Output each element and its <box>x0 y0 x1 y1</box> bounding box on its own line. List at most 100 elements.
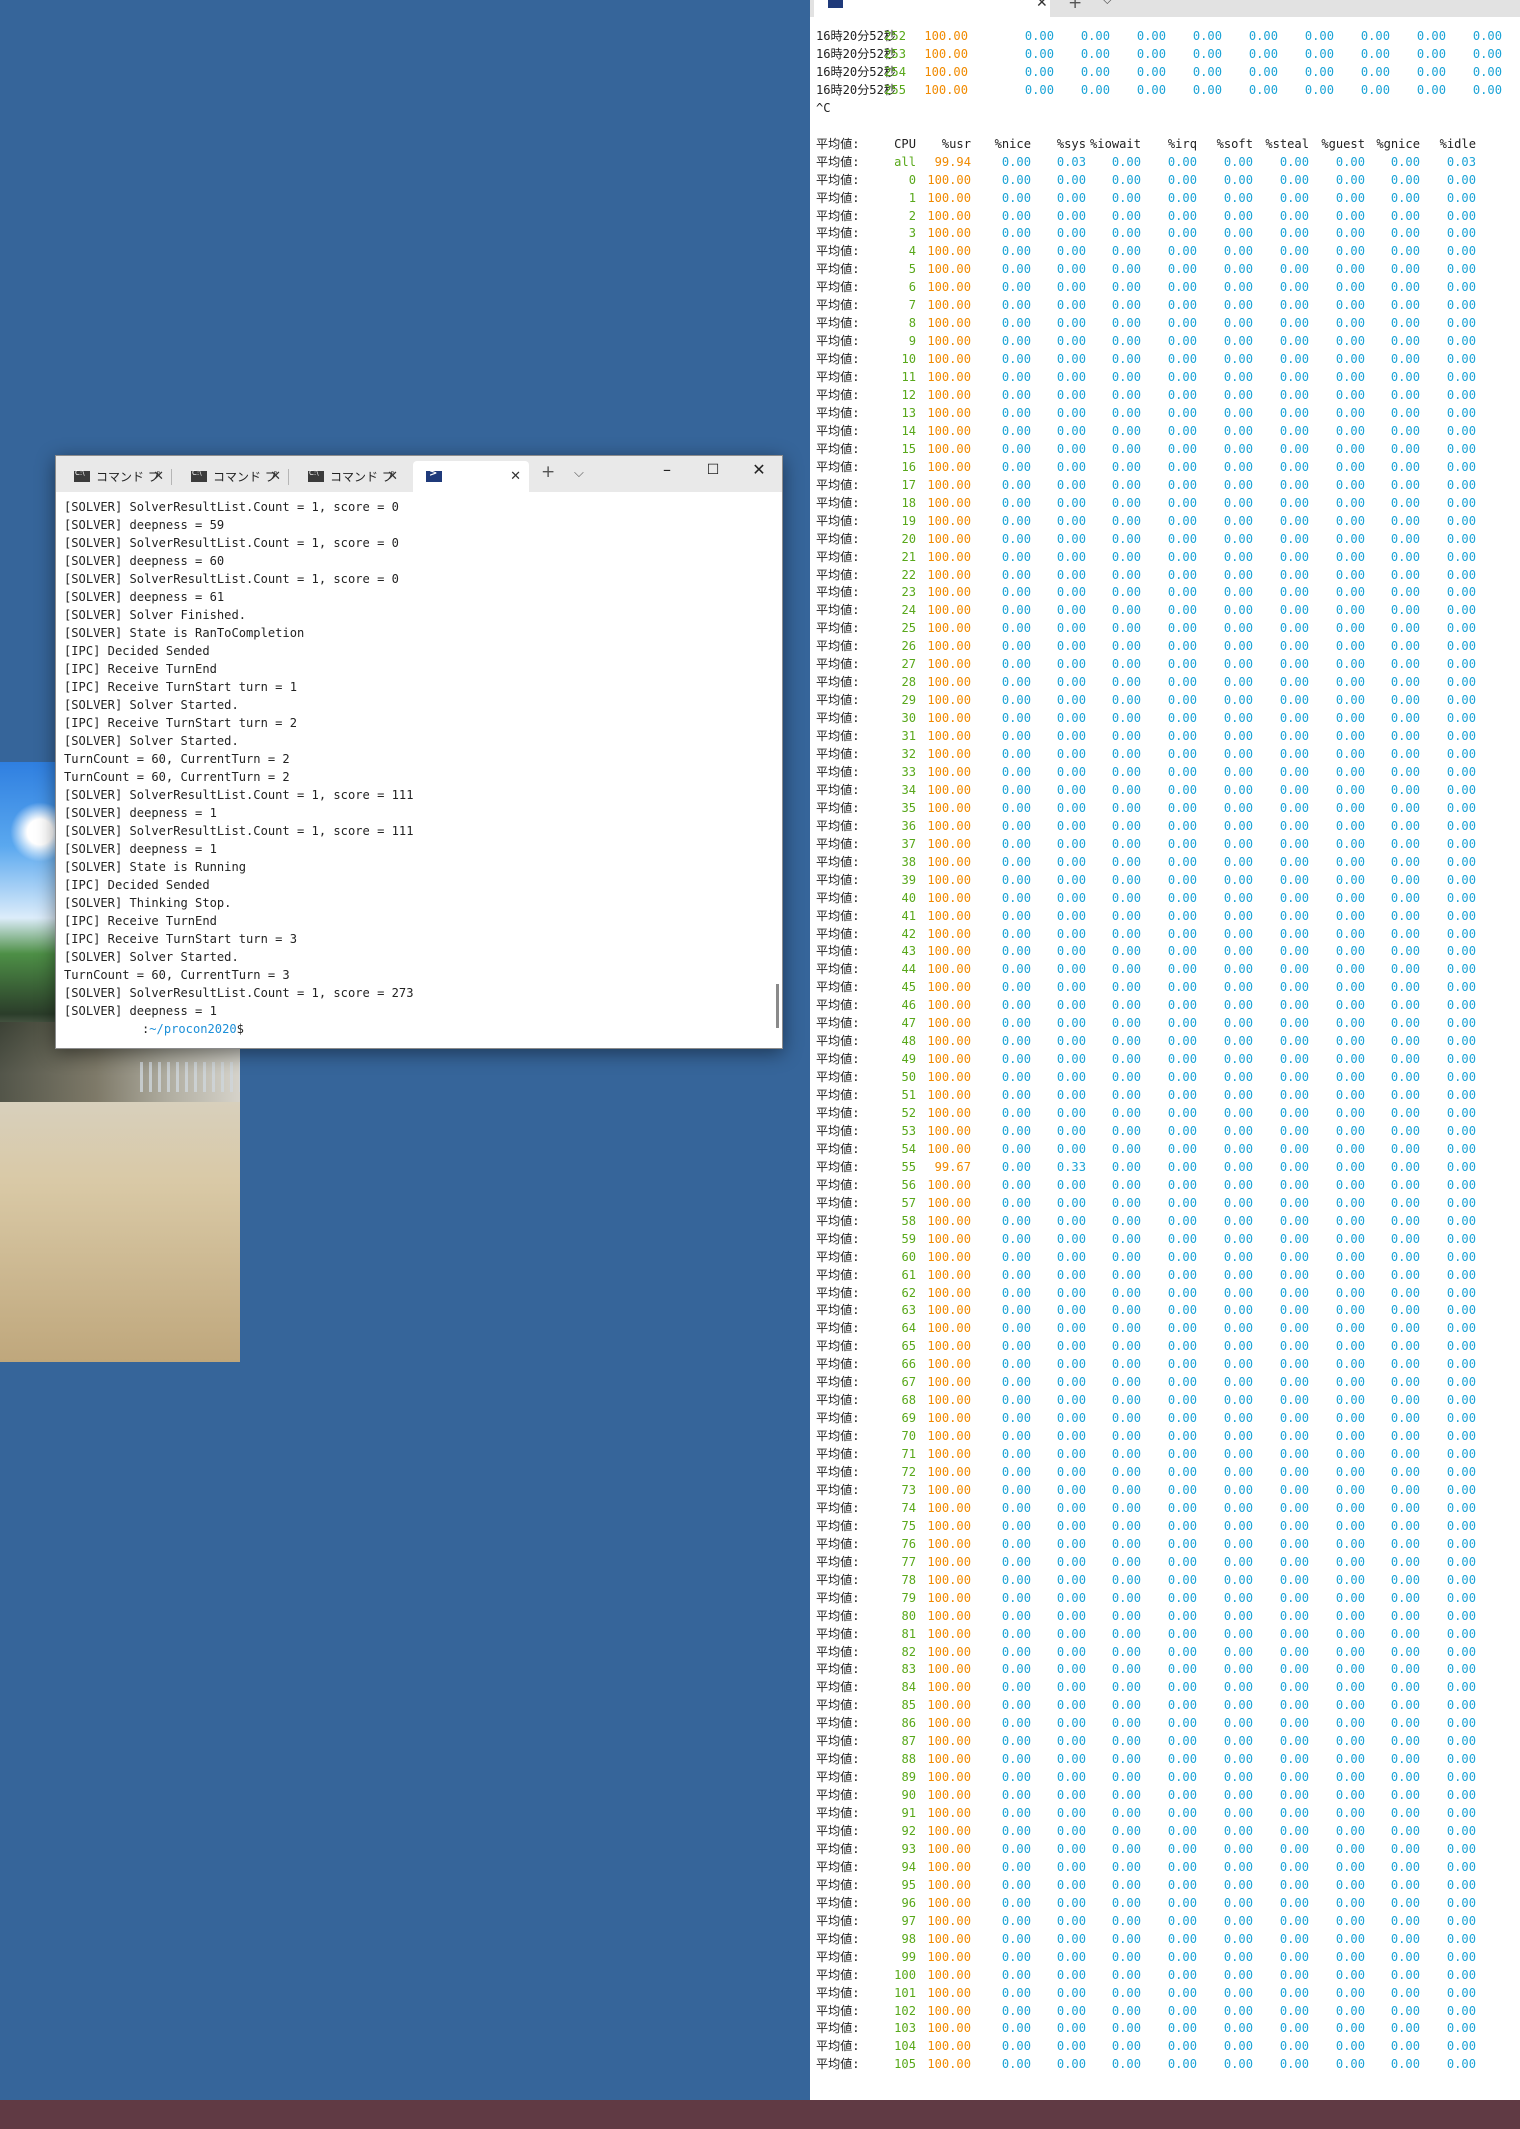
stat-value: 0.00 <box>1446 1321 1476 1336</box>
stat-value: 0.00 <box>1446 1859 1476 1874</box>
average-label: 平均値: <box>816 1447 860 1462</box>
minimize-icon[interactable]: – <box>654 460 680 479</box>
usr-value: 100.00 <box>927 1393 971 1408</box>
stat-value: 0.00 <box>1001 405 1031 420</box>
tab-cmd-2[interactable]: コマンド プ ✕ <box>173 461 289 492</box>
stat-value: 0.00 <box>1279 1482 1309 1497</box>
tab-cmd-1[interactable]: コマンド プ ✕ <box>56 461 172 492</box>
stat-value: 0.00 <box>1279 1159 1309 1174</box>
usr-value: 100.00 <box>927 1447 971 1462</box>
stat-value: 0.00 <box>1001 513 1031 528</box>
mpstat-average-row: 平均値: 36 100.00 0.00 0.00 0.00 0.00 0.00 0.00 0.00… <box>816 817 1516 835</box>
average-label: 平均値: <box>816 675 860 690</box>
taskbar[interactable] <box>0 2100 1520 2129</box>
stat-value: 0.00 <box>1446 585 1476 600</box>
terminal-window-left[interactable]: コマンド プ ✕ コマンド プ ✕ コマンド プ ✕ ✕ + ⌵ – ☐ ✕ [… <box>55 455 783 1049</box>
mpstat-average-row: 平均値: 55 99.67 0.00 0.33 0.00 0.00 0.00 0.00 0.00 0… <box>816 1158 1516 1176</box>
usr-value: 100.00 <box>927 1267 971 1282</box>
stat-value: 0.00 <box>1335 1967 1365 1982</box>
stat-value: 0.00 <box>1223 423 1253 438</box>
stat-value: 0.00 <box>1001 1177 1031 1192</box>
title-bar[interactable]: ✕ + ⌵ <box>810 0 1520 17</box>
close-icon[interactable]: ✕ <box>153 469 164 484</box>
usr-value: 100.00 <box>927 1608 971 1623</box>
tab-cmd-3[interactable]: コマンド プ ✕ <box>290 461 406 492</box>
stat-value: 0.00 <box>1248 46 1278 61</box>
usr-value: 100.00 <box>927 1806 971 1821</box>
stat-value: 0.00 <box>1001 477 1031 492</box>
stat-value: 0.00 <box>1304 64 1334 79</box>
mpstat-average-row: 平均値: 101 100.00 0.00 0.00 0.00 0.00 0.00 0.00 0.0… <box>816 1984 1516 2002</box>
stat-value: 0.00 <box>1446 1465 1476 1479</box>
stat-value: 0.00 <box>1111 1554 1141 1569</box>
stat-value: 0.00 <box>1335 747 1365 761</box>
plus-icon[interactable]: + <box>1068 0 1082 13</box>
window-close-icon[interactable]: ✕ <box>746 460 772 479</box>
cpu-id: 30 <box>901 711 916 726</box>
cpu-id: 27 <box>901 657 916 672</box>
cpu-id: 82 <box>901 1644 916 1659</box>
usr-value: 100.00 <box>927 944 971 959</box>
stat-value: 0.00 <box>1279 208 1309 223</box>
stat-value: 0.00 <box>1111 477 1141 492</box>
stat-value: 0.00 <box>1279 1554 1309 1569</box>
stat-value: 0.00 <box>1390 316 1420 331</box>
mpstat-average-row: 平均値: 2 100.00 0.00 0.00 0.00 0.00 0.00 0.00 0.00 0… <box>816 207 1516 225</box>
shell-prompt[interactable]: :~/procon2020$ <box>64 1020 770 1038</box>
powershell-icon <box>426 468 442 482</box>
usr-value: 100.00 <box>927 1698 971 1713</box>
stat-value: 0.00 <box>1111 818 1141 833</box>
close-icon[interactable]: ✕ <box>387 469 398 484</box>
cpu-id: 34 <box>901 782 916 797</box>
scrollbar-thumb[interactable] <box>776 984 779 1028</box>
mpstat-average-row: 平均値: 86 100.00 0.00 0.00 0.00 0.00 0.00 0.00 0.00… <box>816 1714 1516 1732</box>
usr-value: 100.00 <box>927 1841 971 1856</box>
title-bar[interactable]: コマンド プ ✕ コマンド プ ✕ コマンド プ ✕ ✕ + ⌵ – ☐ ✕ <box>56 456 782 492</box>
mpstat-average-row: 平均値: 83 100.00 0.00 0.00 0.00 0.00 0.00 0.00 0.00… <box>816 1660 1516 1678</box>
stat-value: 0.00 <box>1056 477 1086 492</box>
chevron-down-icon[interactable]: ⌵ <box>574 466 584 481</box>
stat-value: 0.00 <box>1279 1518 1309 1533</box>
plus-icon[interactable]: + <box>541 462 555 482</box>
usr-value: 100.00 <box>927 1572 971 1587</box>
stat-value: 0.00 <box>1279 405 1309 420</box>
maximize-icon[interactable]: ☐ <box>700 462 726 478</box>
cpu-id: 101 <box>894 1985 916 2000</box>
stat-value: 0.00 <box>1446 1375 1476 1390</box>
stat-value: 0.00 <box>1446 908 1476 923</box>
stat-value: 0.00 <box>1335 513 1365 528</box>
average-label: 平均値: <box>816 1734 860 1749</box>
stat-value: 0.00 <box>1335 1123 1365 1138</box>
mpstat-average-row: 平均値: 34 100.00 0.00 0.00 0.00 0.00 0.00 0.00 0.00… <box>816 781 1516 799</box>
close-icon[interactable]: ✕ <box>1036 0 1048 11</box>
stat-value: 0.00 <box>1001 1877 1031 1892</box>
stat-value: 0.00 <box>1472 82 1502 97</box>
average-label: 平均値: <box>816 1806 860 1821</box>
stat-value: 0.00 <box>1223 1052 1253 1067</box>
stat-value: 0.00 <box>1279 1859 1309 1874</box>
stat-value: 0.00 <box>1279 818 1309 833</box>
stat-value: 0.00 <box>1056 388 1086 402</box>
header-label: 平均値: <box>816 136 860 151</box>
tab-powershell-active[interactable]: ✕ <box>814 0 1050 17</box>
stat-value: 0.00 <box>1279 280 1309 295</box>
stat-value: 0.00 <box>1001 998 1031 1013</box>
chevron-down-icon[interactable]: ⌵ <box>1102 0 1113 8</box>
terminal-output[interactable]: [SOLVER] SolverResultList.Count = 1, sco… <box>64 498 770 1038</box>
tab-powershell-active[interactable]: ✕ <box>413 461 529 492</box>
stat-value: 0.00 <box>1335 423 1365 438</box>
close-icon[interactable]: ✕ <box>510 469 521 484</box>
terminal-window-right[interactable]: ✕ + ⌵ 16時20分52秒 252 100.00 0.00 0.00 0.00 0.00… <box>810 0 1520 2100</box>
close-icon[interactable]: ✕ <box>270 469 281 484</box>
stat-value: 0.00 <box>1223 1824 1253 1838</box>
stat-value: 0.00 <box>1446 1680 1476 1695</box>
terminal-line: [IPC] Receive TurnStart turn = 1 <box>64 680 297 694</box>
stat-value: 0.00 <box>1111 639 1141 654</box>
stat-value: 0.00 <box>1223 1626 1253 1641</box>
stat-value: 0.00 <box>1335 764 1365 779</box>
stat-value: 0.00 <box>1001 711 1031 726</box>
usr-value: 100.00 <box>927 639 971 654</box>
average-label: 平均値: <box>816 2003 860 2018</box>
cpu-id: 15 <box>901 441 916 456</box>
stat-value: 0.00 <box>1001 154 1031 169</box>
